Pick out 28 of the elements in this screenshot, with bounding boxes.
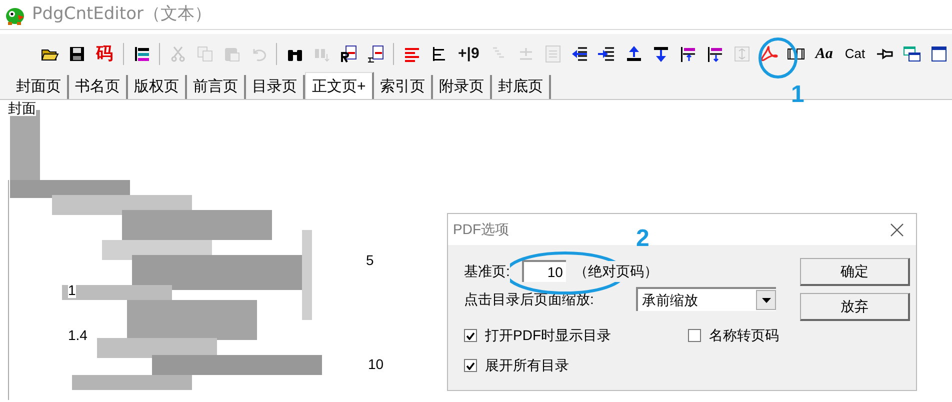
base-page-field[interactable]: 10: [522, 260, 566, 282]
base-page-label: 基准页:: [464, 260, 510, 282]
toolbar-button[interactable]: Cat: [840, 41, 870, 67]
toolbar-button[interactable]: 码: [92, 41, 117, 67]
annotation-circle: [757, 36, 799, 80]
checkbox[interactable]: [688, 329, 701, 342]
dialog-button[interactable]: 确定: [800, 258, 910, 286]
dialog-button[interactable]: 放弃: [800, 293, 910, 321]
checkbox-option[interactable]: 打开PDF时显示目录: [464, 325, 688, 346]
toolbar-button[interactable]: Aa: [811, 41, 837, 67]
annotation-number: 1: [791, 82, 804, 108]
document-text: 封面: [8, 100, 36, 116]
dialog-title: PDF选项: [453, 220, 509, 239]
toolbar-button[interactable]: +|9: [454, 41, 484, 67]
document-text: 1: [68, 282, 76, 298]
window-title: PdgCntEditor（文本）: [32, 2, 212, 26]
checkbox-option[interactable]: 展开所有目录: [464, 355, 688, 376]
checkbox[interactable]: [464, 329, 477, 342]
zoom-select[interactable]: 承前缩放: [636, 287, 776, 311]
checkbox[interactable]: [464, 359, 477, 372]
page-tab[interactable]: 正文页+: [305, 72, 374, 99]
checkbox-option[interactable]: 名称转页码: [688, 325, 888, 346]
annotation-number: 2: [636, 226, 650, 252]
dropdown-caret-icon: [762, 298, 770, 302]
document-text: 5: [366, 252, 374, 268]
document-text: 1.4: [68, 327, 88, 343]
document-text: 10: [368, 356, 384, 372]
close-icon: [890, 222, 904, 236]
